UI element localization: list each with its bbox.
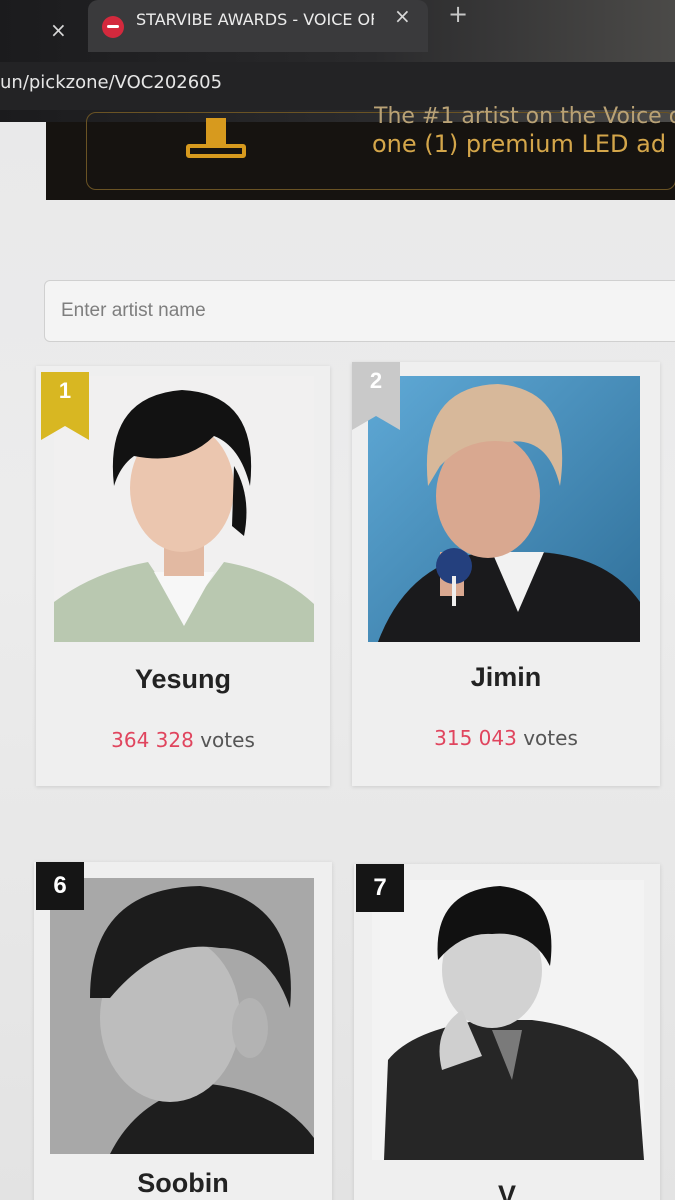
rank-ribbon-silver: 2 [352,362,400,430]
vote-suffix: votes [200,728,255,752]
trophy-base-icon [186,144,246,158]
artist-card[interactable]: 1 Yesung 364 328 votes [36,366,330,786]
trophy-icon [206,118,226,146]
artist-card[interactable]: 2 Jimin 315 043 votes [352,362,660,786]
tab-title[interactable]: STARVIBE AWARDS - VOICE OF [136,10,374,29]
artist-name: Soobin [137,1168,229,1198]
address-bar-url[interactable]: un/pickzone/VOC202605 [0,72,222,93]
rank-badge: 7 [356,864,404,912]
previous-tab-close-icon[interactable]: × [50,18,67,42]
artist-photo [50,878,314,1154]
rank-number: 1 [58,378,72,403]
artist-name: V [497,1180,516,1200]
rank-number: 2 [369,368,383,393]
prize-banner-line-1: The #1 artist on the Voice o [374,104,675,129]
vote-count: 364 328 [111,728,194,752]
artist-search-input[interactable] [44,280,675,342]
artist-card[interactable]: 7 V [354,864,660,1200]
site-favicon-icon [102,16,124,38]
vote-suffix: votes [523,726,578,750]
artist-photo [54,376,314,642]
new-tab-button[interactable]: + [448,0,468,28]
rank-badge: 6 [36,862,84,910]
tab-close-icon[interactable]: × [394,4,411,28]
prize-banner-line-2: one (1) premium LED ad pa [372,130,675,158]
artist-votes: 315 043 votes [352,726,660,750]
artist-photo [368,376,640,642]
artist-votes: 364 328 votes [36,728,330,752]
address-bar[interactable]: un/pickzone/VOC202605 [0,62,675,110]
artist-name: Jimin [470,662,542,692]
page-content: The #1 artist on the Voice o one (1) pre… [0,104,675,1200]
artist-card[interactable]: 6 Soobin [34,862,332,1200]
rank-ribbon-gold: 1 [41,372,89,440]
prize-banner: The #1 artist on the Voice o one (1) pre… [46,104,675,200]
vote-count: 315 043 [434,726,517,750]
artist-photo [372,880,644,1160]
artist-name: Yesung [134,664,232,694]
